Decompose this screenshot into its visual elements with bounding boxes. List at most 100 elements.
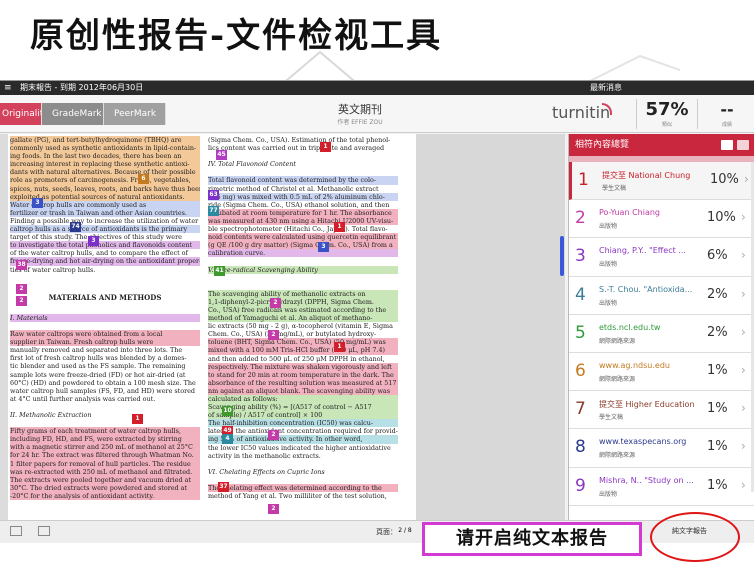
match-badge[interactable]: 10 — [222, 406, 233, 416]
match-source-name: Mishra, N.. "Study on ... — [599, 475, 694, 485]
document-line: 1,1-diphenyl-2-picrylhydrazyl (DPPH, Sig… — [208, 297, 398, 306]
match-badge[interactable]: 2 — [268, 330, 279, 340]
match-source-name: www.texaspecans.org — [599, 437, 687, 447]
match-badge[interactable]: 38 — [16, 260, 27, 270]
match-badge[interactable]: 6 — [138, 174, 149, 184]
page-indicator[interactable]: 2 / 8 — [396, 525, 414, 537]
match-badge[interactable]: 3 — [32, 198, 43, 208]
match-source-type: 出版物 — [599, 261, 618, 269]
match-source-row[interactable]: 2 Po-Yuan Chiang 出版物 10% › — [569, 200, 754, 239]
chevron-right-icon[interactable]: › — [744, 172, 749, 186]
document-line: freeze-drying and hot air-drying on the … — [10, 257, 200, 266]
document-line: at 4°C until further analysis was carrie… — [10, 394, 156, 403]
news-link[interactable]: 最新消息 — [590, 81, 622, 95]
document-line: (0.5 mg) was mixed with 0.5 mL of 2% alu… — [208, 192, 398, 201]
match-badge[interactable]: 41 — [214, 266, 225, 276]
match-number: 3 — [575, 246, 586, 267]
document-line: calculated as follows: — [208, 395, 398, 404]
match-list: 1 提交至 National Chung 學生文稿 10% › 2 Po-Yuan Chia… — [569, 162, 754, 506]
match-badge[interactable]: 1 — [334, 222, 345, 232]
match-badge[interactable]: 1 — [320, 142, 331, 152]
match-badge[interactable]: 3 — [88, 236, 99, 246]
match-badge[interactable]: 4 — [222, 434, 233, 444]
chevron-right-icon[interactable]: › — [741, 439, 746, 453]
tab-originality[interactable]: Originality — [0, 103, 42, 125]
document-line: role as promoters of carcinogenesis. Fru… — [10, 176, 200, 185]
document-line: Chem. Co., USA) (50 mg/mL), or butylated… — [208, 330, 377, 339]
match-source-row[interactable]: 9 Mishra, N.. "Study on ... 出版物 1% › — [569, 467, 754, 506]
chevron-right-icon[interactable]: › — [741, 325, 746, 339]
match-badge[interactable]: 45 — [216, 150, 227, 160]
document-line: of the water caltrop hulls, and to compa… — [10, 249, 188, 258]
document-line: II. Methanolic Extraction — [10, 411, 92, 419]
document-page[interactable]: gallate (PG), and tert-butylhydroquinone… — [8, 134, 416, 520]
match-badge[interactable]: 74 — [70, 222, 81, 232]
match-source-row[interactable]: 7 提交至 Higher Education 學生文稿 1% › — [569, 391, 754, 430]
match-source-name: 提交至 National Chung — [602, 171, 691, 180]
document-line: toluene (BHT, Sigma Chem. Co., USA) (50 … — [208, 338, 398, 347]
match-number: 6 — [575, 360, 586, 381]
match-source-row[interactable]: 3 Chiang, P.Y.. "Effect ... 出版物 6% › — [569, 238, 754, 277]
document-title: 英文期刊 — [338, 103, 382, 116]
match-source-row[interactable]: 8 www.texaspecans.org 網際網路來源 1% › — [569, 429, 754, 468]
match-badge[interactable]: 2 — [268, 504, 279, 514]
page-label: 頁面： — [376, 528, 397, 536]
match-percent: 6% — [707, 248, 728, 264]
match-number: 5 — [575, 322, 586, 343]
match-badge[interactable]: 77 — [208, 206, 219, 216]
match-source-row[interactable]: 1 提交至 National Chung 學生文稿 10% › — [569, 162, 754, 201]
document-line: caltrop hulls as a source of antioxidant… — [10, 225, 200, 234]
match-source-row[interactable]: 6 www.ag.ndsu.edu 網際網路來源 1% › — [569, 352, 754, 392]
tab-peermark[interactable]: PeerMark — [104, 103, 166, 125]
match-badge[interactable]: 2 — [16, 296, 27, 306]
similarity-score[interactable]: 57% 類似 — [636, 99, 698, 129]
match-badge[interactable]: 2 — [16, 284, 27, 294]
chart-view-icon[interactable] — [737, 140, 749, 150]
tab-grademark[interactable]: GradeMark — [42, 103, 104, 125]
document-line: dants with natural alternatives. Because… — [10, 168, 200, 177]
match-percent: 2% — [707, 324, 728, 340]
match-badge[interactable]: 63 — [208, 190, 219, 200]
menu-icon[interactable]: ≡ — [4, 81, 12, 95]
match-source-type: 網際網路來源 — [599, 337, 636, 345]
chevron-right-icon[interactable]: › — [741, 210, 746, 224]
view-toggle-icon[interactable] — [721, 140, 733, 150]
document-left-column: gallate (PG), and tert-butylhydroquinone… — [10, 136, 200, 501]
match-source-row[interactable]: 4 S.-T. Chou. "Antioxida... 出版物 2% › — [569, 276, 754, 315]
match-source-type: 出版物 — [599, 223, 618, 231]
document-line: lic extracts (50 mg - 2 g), α-tocopherol… — [208, 322, 393, 331]
document-line: ble spectrophotometer (Hitachi Co., Japa… — [208, 225, 388, 234]
match-source-name: Chiang, P.Y.. "Effect ... — [599, 246, 686, 256]
match-badge[interactable]: 1 — [334, 342, 345, 352]
document-line: manually removed and separated into thre… — [10, 346, 183, 355]
document-line: Fifty grams of each treatment of water c… — [10, 427, 200, 436]
match-badge[interactable]: 1 — [132, 414, 143, 424]
viewer-header: Originality GradeMark PeerMark 英文期刊 作者 E… — [0, 95, 754, 133]
match-source-row[interactable]: 5 etds.ncl.edu.tw 網際網路來源 2% › — [569, 314, 754, 353]
panel-header: 相符內容總覽 — [569, 134, 754, 156]
chevron-right-icon[interactable]: › — [741, 401, 746, 415]
document-right-column: (Sigma Chem. Co., USA). Estimation of th… — [208, 136, 398, 500]
grade-score[interactable]: -- 成績 — [700, 99, 754, 129]
download-icon[interactable] — [38, 526, 50, 536]
document-scrollbar[interactable] — [560, 236, 564, 276]
match-badge[interactable]: 2 — [268, 430, 279, 440]
match-badge[interactable]: 37 — [218, 482, 229, 492]
match-source-name: 提交至 Higher Education — [599, 400, 695, 410]
chevron-right-icon[interactable]: › — [741, 478, 746, 492]
match-badge[interactable]: 3 — [318, 242, 329, 252]
chevron-right-icon[interactable]: › — [741, 363, 746, 377]
chevron-right-icon[interactable]: › — [741, 248, 746, 262]
document-line: to investigate the total phenolics and f… — [10, 241, 200, 250]
match-overview-panel: 相符內容總覽 1 提交至 National Chung 學生文稿 10% › 2 Po-Yu… — [568, 134, 754, 520]
document-author: 作者 EFFIE ZOU — [337, 119, 383, 126]
chevron-right-icon[interactable]: › — [741, 287, 746, 301]
match-badge[interactable]: 2 — [270, 298, 281, 308]
match-source-type: 學生文稿 — [599, 414, 624, 422]
similarity-percent: 57% — [645, 99, 689, 120]
print-icon[interactable] — [10, 526, 22, 536]
